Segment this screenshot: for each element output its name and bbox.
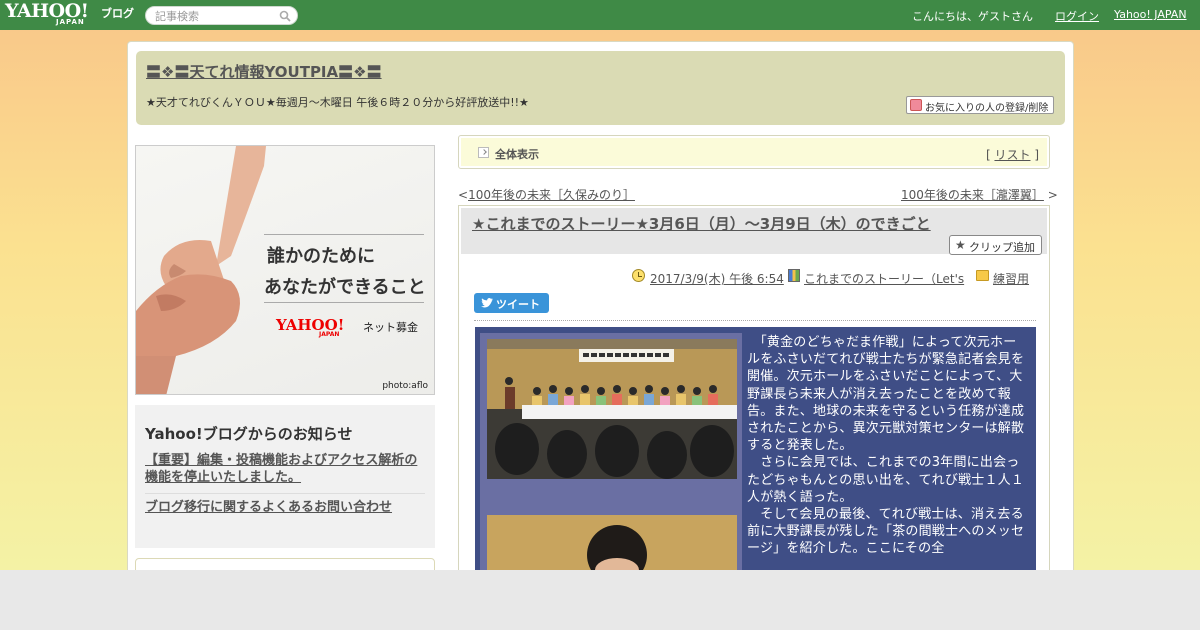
tweet-label: ツイート [496,298,540,311]
press-conference-photo [487,339,737,479]
notice-panel: Yahoo!ブログからのお知らせ 【重要】編集・投稿機能およびアクセス解析の機能… [135,405,435,548]
list-bracket-close: ] [1034,148,1039,162]
book-icon [788,269,800,282]
dotted-divider [474,320,1036,321]
search-box [145,6,298,25]
folder-icon [976,270,989,281]
article-header: ★これまでのストーリー★3月6日（月）～3月9日（木）のできごと ★ クリップ追… [461,208,1047,255]
banner-yahoo-logo-sub: JAPAN [319,331,340,338]
blog-logo-label[interactable]: ブログ [101,5,134,21]
search-icon[interactable] [279,10,291,22]
clip-add-label: クリップ追加 [969,241,1035,254]
next-article-link[interactable]: 100年後の未来［瀧澤翼］ [901,188,1044,202]
view-all-label[interactable]: 全体表示 [495,146,539,162]
greeting-text: こんにちは、ゲストさん [912,10,1033,23]
banner-net-bokin: ネット募金 [363,321,418,334]
top-bar: YAHOO! JAPAN ブログ こんにちは、ゲストさん ログイン Yahoo!… [0,0,1200,30]
article-paragraph: さらに会見では、これまでの3年間に出会ったどちゃもんとの思い出を、てれび戦士１人… [747,455,1025,505]
star-icon: ★ [955,238,966,252]
prev-arrow: < [458,188,469,202]
notice-link-faq[interactable]: ブログ移行に関するよくあるお問い合わせ [145,499,430,516]
list-bracket-open: [ [985,148,991,162]
portrait-photo [487,515,737,575]
charity-banner[interactable]: 誰かのために あなたができること YAHOO! JAPAN ネット募金 phot… [135,145,435,395]
banner-headline-2: あなたができること [264,277,426,298]
next-article-nav: 100年後の未来［瀧澤翼］ > [901,186,1058,203]
favorite-register-label: お気に入りの人の登録/削除 [925,103,1049,114]
article-category-link[interactable]: これまでのストーリー（Let's [804,272,964,286]
banner-headline-1: 誰かのために [267,246,375,267]
article-folder-link[interactable]: 練習用 [993,272,1029,286]
notice-heading: Yahoo!ブログからのお知らせ [145,425,353,443]
notice-link-important[interactable]: 【重要】編集・投稿機能およびアクセス解析の機能を停止いたしました。 [145,452,430,486]
yahoo-logo-sub: JAPAN [56,18,85,26]
handshake-image [136,146,266,394]
list-link-wrap: [ リスト ] [986,146,1039,163]
banner-rule-top [264,234,424,235]
next-arrow: > [1047,188,1058,202]
article-paragraph: そして会見の最後、てれび戦士は、消え去る前に大野課長が残した「茶の間戦士へのメッ… [747,507,1025,557]
yahoo-japan-link[interactable]: Yahoo! JAPAN [1114,8,1187,21]
favorite-register-button[interactable]: お気に入りの人の登録/削除 [906,96,1054,114]
prev-article-link[interactable]: 100年後の未来［久保みのり］ [468,188,635,202]
article-category: これまでのストーリー（Let's [804,270,964,287]
notice-divider [145,493,425,494]
prev-article-nav: <100年後の未来［久保みのり］ [458,186,635,203]
clip-add-button[interactable]: ★ クリップ追加 [949,235,1042,255]
view-all-bar: 全体表示 [ リスト ] [458,135,1050,169]
article-folder: 練習用 [993,270,1029,287]
list-link[interactable]: リスト [994,148,1030,162]
search-input[interactable] [155,9,280,23]
blog-description: ★天才てれびくんＹＯＵ★毎週月～木曜日 午後６時２０分から好評放送中!!★ [146,96,529,109]
article-paragraph: 「黄金のどちゃだま作戦」によって次元ホールをふさいだてれび戦士たちが緊急記者会見… [747,335,1025,454]
article-date: 2017/3/9(木) 午後 6:54 [650,270,784,287]
article-title[interactable]: ★これまでのストーリー★3月6日（月）～3月9日（木）のできごと [472,213,931,234]
bottom-strip [0,570,1200,630]
heart-icon [910,99,922,111]
article-body: 「黄金のどちゃだま作戦」によって次元ホールをふさいだてれび戦士たちが緊急記者会見… [747,334,1029,558]
arrow-right-icon [478,147,489,158]
banner-photo-credit: photo:aflo [382,381,428,391]
article-date-link[interactable]: 2017/3/9(木) 午後 6:54 [650,272,784,286]
tweet-button[interactable]: ツイート [474,293,549,313]
clock-icon [632,269,645,282]
banner-rule-bottom [264,302,424,303]
view-all-bar-inner: 全体表示 [ リスト ] [461,138,1047,166]
twitter-bird-icon [481,298,493,308]
login-link[interactable]: ログイン [1055,8,1099,24]
blog-title[interactable]: 〓❖〓天てれ情報YOUTPIA〓❖〓 [146,61,382,82]
